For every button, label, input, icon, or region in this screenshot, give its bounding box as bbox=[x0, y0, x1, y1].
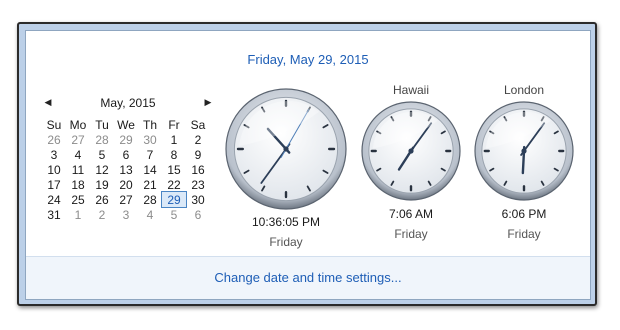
day-cell[interactable]: 22 bbox=[162, 177, 186, 192]
selected-day-cell[interactable]: 29 bbox=[161, 191, 187, 208]
day-cell[interactable]: 1 bbox=[66, 207, 90, 222]
clock-time: 7:06 AM bbox=[388, 207, 434, 221]
day-cell[interactable]: 28 bbox=[90, 132, 114, 147]
clock-time: 10:36:05 PM bbox=[251, 215, 321, 229]
clock-day: Friday bbox=[394, 227, 428, 241]
day-cell[interactable]: 13 bbox=[114, 162, 138, 177]
day-cell[interactable]: 18 bbox=[66, 177, 90, 192]
day-cell[interactable]: 1 bbox=[162, 132, 186, 147]
weekday-label: Su bbox=[46, 117, 62, 132]
calendar-grid: Su Mo Tu We Th Fr Sa 26 27 28 29 30 1 2 … bbox=[42, 117, 210, 222]
analog-clock-face bbox=[474, 101, 574, 201]
clock-center-pin bbox=[521, 148, 527, 154]
day-cell[interactable]: 4 bbox=[138, 207, 162, 222]
clock-day: Friday bbox=[507, 227, 541, 241]
current-date-link[interactable]: Friday, May 29, 2015 bbox=[26, 52, 590, 67]
day-cell[interactable]: 10 bbox=[42, 162, 66, 177]
analog-clock-face bbox=[225, 88, 347, 210]
clock-center-pin bbox=[408, 148, 414, 154]
hawaii-clock: Hawaii 7:06 AM Friday bbox=[359, 83, 463, 241]
change-date-time-settings-link[interactable]: Change date and time settings... bbox=[26, 270, 590, 285]
clock-zone-label: London bbox=[503, 83, 545, 97]
day-cell[interactable]: 29 bbox=[114, 132, 138, 147]
week-row: 26 27 28 29 30 1 2 bbox=[42, 132, 210, 147]
week-row: 3 4 5 6 7 8 9 bbox=[42, 147, 210, 162]
flyout-panel: Friday, May 29, 2015 ◀ May, 2015 ▶ Su Mo… bbox=[25, 30, 591, 300]
day-cell[interactable]: 26 bbox=[42, 132, 66, 147]
day-cell[interactable]: 3 bbox=[114, 207, 138, 222]
next-month-icon[interactable]: ▶ bbox=[202, 95, 214, 111]
day-cell[interactable]: 15 bbox=[162, 162, 186, 177]
day-cell[interactable]: 21 bbox=[138, 177, 162, 192]
day-cell[interactable]: 27 bbox=[114, 192, 138, 207]
day-cell[interactable]: 14 bbox=[138, 162, 162, 177]
day-cell[interactable]: 26 bbox=[90, 192, 114, 207]
day-cell[interactable]: 5 bbox=[90, 147, 114, 162]
day-cell[interactable]: 6 bbox=[114, 147, 138, 162]
weekday-label: Sa bbox=[190, 117, 206, 132]
day-cell[interactable]: 28 bbox=[138, 192, 162, 207]
weekday-label: Th bbox=[142, 117, 157, 132]
day-cell[interactable]: 23 bbox=[186, 177, 210, 192]
weekday-header-row: Su Mo Tu We Th Fr Sa bbox=[42, 117, 210, 132]
day-cell[interactable]: 6 bbox=[186, 207, 210, 222]
clock-zone-label bbox=[221, 71, 351, 87]
clock-center-pin bbox=[283, 146, 289, 152]
flyout-footer: Change date and time settings... bbox=[26, 256, 590, 299]
day-cell[interactable]: 3 bbox=[42, 147, 66, 162]
day-cell[interactable]: 25 bbox=[66, 192, 90, 207]
day-cell[interactable]: 27 bbox=[66, 132, 90, 147]
day-cell[interactable]: 5 bbox=[162, 207, 186, 222]
day-cell[interactable]: 30 bbox=[138, 132, 162, 147]
day-cell[interactable]: 8 bbox=[162, 147, 186, 162]
clock-zone-label: Hawaii bbox=[392, 83, 429, 97]
weekday-label: Fr bbox=[168, 117, 180, 132]
day-cell[interactable]: 16 bbox=[186, 162, 210, 177]
day-cell[interactable]: 2 bbox=[90, 207, 114, 222]
day-cell[interactable]: 12 bbox=[90, 162, 114, 177]
weekday-label: Mo bbox=[69, 117, 87, 132]
day-cell[interactable]: 9 bbox=[186, 147, 210, 162]
local-clock: 10:36:05 PM Friday bbox=[221, 71, 351, 249]
day-cell[interactable]: 11 bbox=[66, 162, 90, 177]
week-row: 31 1 2 3 4 5 6 bbox=[42, 207, 210, 222]
clock-day: Friday bbox=[269, 235, 303, 249]
week-row: 24 25 26 27 28 29 30 bbox=[42, 191, 210, 208]
day-cell[interactable]: 4 bbox=[66, 147, 90, 162]
day-cell[interactable]: 20 bbox=[114, 177, 138, 192]
week-row: 10 11 12 13 14 15 16 bbox=[42, 162, 210, 177]
day-cell[interactable]: 24 bbox=[42, 192, 66, 207]
clock-time: 6:06 PM bbox=[501, 207, 547, 221]
month-title[interactable]: May, 2015 bbox=[42, 96, 214, 110]
date-time-flyout: Friday, May 29, 2015 ◀ May, 2015 ▶ Su Mo… bbox=[17, 22, 597, 306]
day-cell[interactable]: 7 bbox=[138, 147, 162, 162]
london-clock: London 6:06 PM Friday bbox=[472, 83, 576, 241]
weekday-label: We bbox=[117, 117, 135, 132]
week-row: 17 18 19 20 21 22 23 bbox=[42, 177, 210, 192]
weekday-label: Tu bbox=[95, 117, 109, 132]
calendar: ◀ May, 2015 ▶ Su Mo Tu We Th Fr Sa 26 27… bbox=[42, 95, 214, 222]
day-cell[interactable]: 31 bbox=[42, 207, 66, 222]
analog-clock-face bbox=[361, 101, 461, 201]
day-cell[interactable]: 17 bbox=[42, 177, 66, 192]
day-cell[interactable]: 30 bbox=[186, 192, 210, 207]
calendar-nav: ◀ May, 2015 ▶ bbox=[42, 95, 214, 115]
day-cell[interactable]: 19 bbox=[90, 177, 114, 192]
day-cell[interactable]: 2 bbox=[186, 132, 210, 147]
